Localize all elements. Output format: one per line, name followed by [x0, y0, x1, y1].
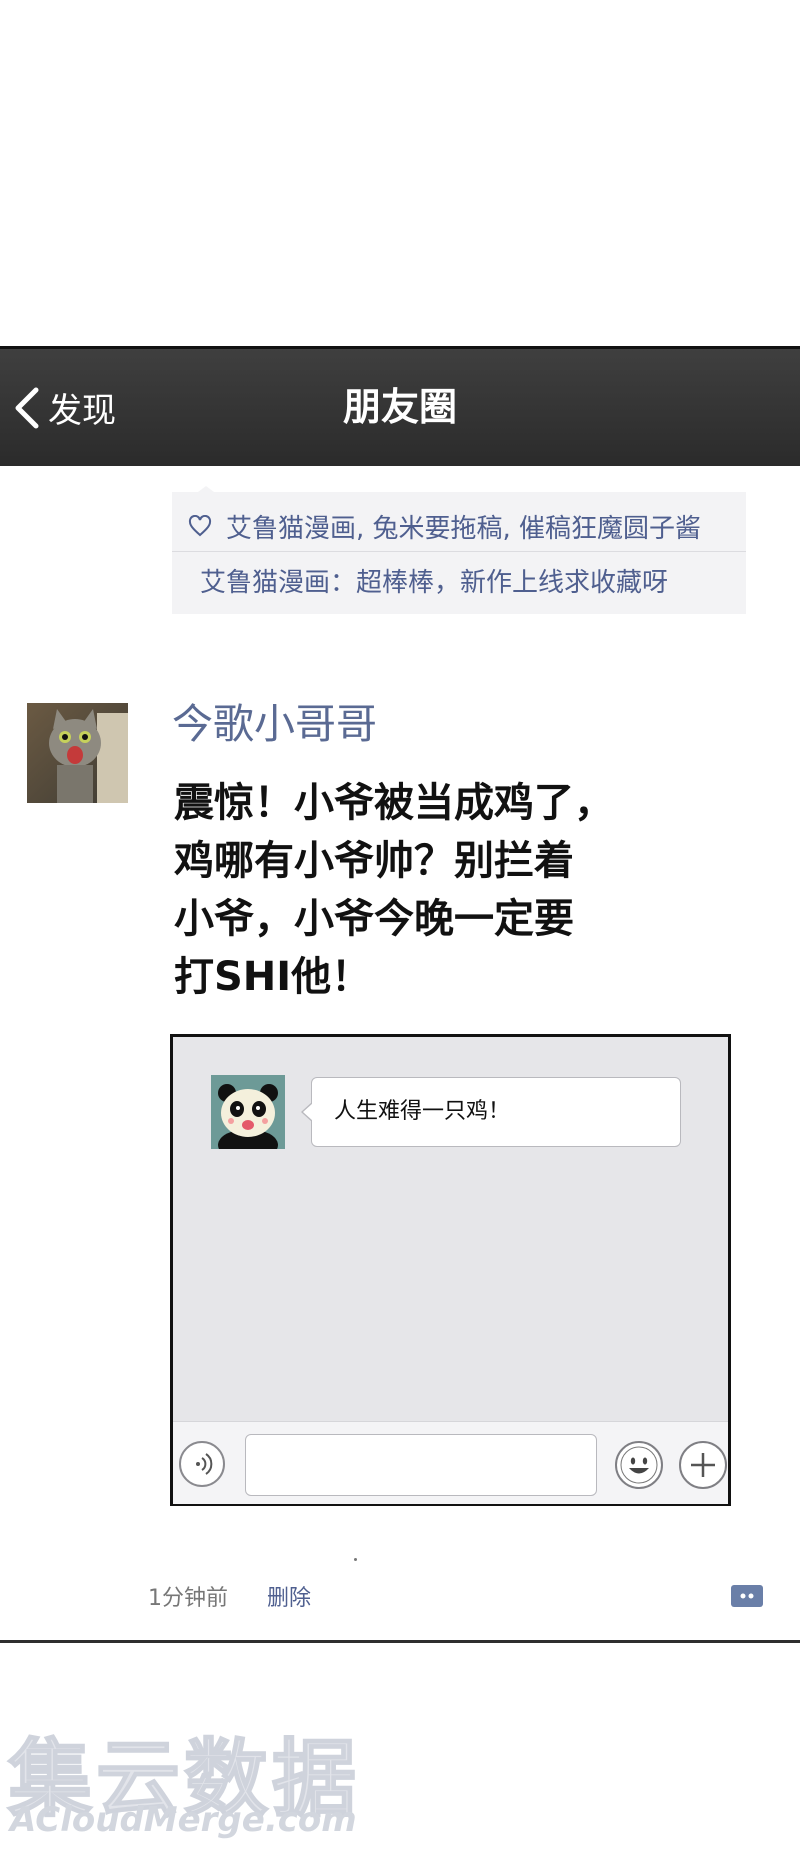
panda-avatar	[211, 1075, 285, 1149]
likes-comments-box: 艾鲁猫漫画, 兔米要拖稿, 催稿狂魔圆子酱 艾鲁猫漫画：超棒棒，新作上线求收藏呀	[172, 486, 746, 614]
plus-icon	[691, 1453, 715, 1477]
delete-link[interactable]: 删除	[267, 1580, 311, 1612]
post-author[interactable]: 今歌小哥哥	[172, 690, 377, 750]
emoji-button[interactable]	[615, 1441, 663, 1489]
decorative-dot	[354, 1558, 357, 1561]
message-input[interactable]	[245, 1434, 597, 1496]
more-button[interactable]	[679, 1441, 727, 1489]
divider	[172, 551, 746, 552]
cat-avatar-icon	[27, 703, 128, 803]
heart-icon	[188, 515, 212, 537]
voice-icon	[196, 1453, 213, 1475]
avatar[interactable]	[27, 703, 128, 803]
comment-button[interactable]	[730, 1584, 764, 1610]
post-text-line: 鸡哪有小爷帅？别拦着	[174, 838, 574, 884]
comment-icon	[731, 1585, 763, 1607]
page-title: 朋友圈	[342, 385, 457, 429]
post-text-line: 震惊！小爷被当成鸡了，	[174, 780, 614, 826]
chat-input-bar	[173, 1421, 728, 1504]
divider	[0, 1640, 800, 1643]
watermark-url: ACloudMerge.com	[10, 1800, 357, 1840]
panda-icon	[211, 1075, 285, 1149]
post-time: 1分钟前	[148, 1586, 228, 1611]
voice-button[interactable]	[179, 1441, 225, 1487]
smiley-icon	[620, 1446, 658, 1484]
post-text-line: 小爷，小爷今晚一定要	[174, 896, 574, 942]
chat-bubble: 人生难得一只鸡！	[301, 1077, 681, 1147]
nav-bar: 发现 朋友圈	[0, 346, 800, 466]
comment-item[interactable]: 艾鲁猫漫画：超棒棒，新作上线求收藏呀	[200, 562, 668, 599]
post-text-line: 打SHI他！	[174, 954, 372, 1000]
likes-row: 艾鲁猫漫画, 兔米要拖稿, 催稿狂魔圆子酱	[188, 506, 701, 546]
chat-screenshot-card[interactable]: 人生难得一只鸡！	[170, 1034, 731, 1506]
chat-message: 人生难得一只鸡！	[334, 1099, 511, 1124]
likes-names[interactable]: 艾鲁猫漫画, 兔米要拖稿, 催稿狂魔圆子酱	[226, 508, 701, 545]
